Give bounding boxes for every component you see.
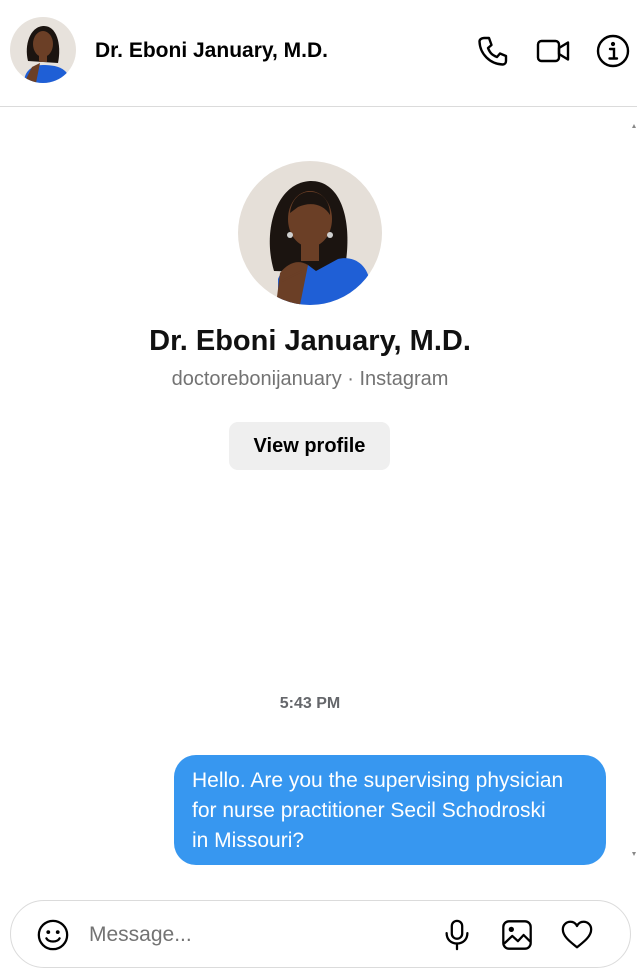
message-input[interactable] (89, 917, 419, 953)
message-line: Hello. Are you the supervising physician (192, 769, 564, 792)
dm-thread-view: Dr. Eboni January, M.D. Dr. Eboni Januar… (0, 0, 637, 973)
voice-message-button[interactable] (437, 915, 477, 955)
scroll-down-arrow-icon[interactable] (631, 848, 637, 862)
conversation-info-button[interactable] (592, 30, 634, 72)
voice-call-button[interactable] (472, 30, 514, 72)
profile-username-platform: doctorebonijanuary · Instagram (171, 368, 449, 390)
message-line: in Missouri? (192, 829, 305, 852)
image-icon (502, 920, 532, 950)
message-line: for nurse practitioner Secil Schodroski (192, 799, 546, 822)
heart-icon (561, 920, 593, 949)
emoji-icon (37, 919, 69, 951)
scroll-up-arrow-icon[interactable] (631, 118, 637, 132)
video-call-button[interactable] (532, 30, 574, 72)
phone-icon (478, 36, 508, 66)
view-profile-button[interactable]: View profile (229, 422, 390, 470)
profile-name: Dr. Eboni January, M.D. (149, 325, 471, 357)
header-contact-name[interactable]: Dr. Eboni January, M.D. (95, 39, 328, 63)
message-composer (10, 900, 631, 968)
thread-header: Dr. Eboni January, M.D. (0, 0, 637, 107)
profile-avatar[interactable] (238, 161, 382, 305)
message-timestamp: 5:43 PM (279, 695, 341, 712)
attach-image-button[interactable] (497, 915, 537, 955)
outgoing-message-bubble[interactable]: Hello. Are you the supervising physician… (174, 755, 606, 865)
info-icon (596, 34, 630, 68)
microphone-icon (445, 919, 469, 951)
video-camera-icon (536, 39, 570, 63)
header-avatar[interactable] (10, 17, 76, 83)
emoji-button[interactable] (33, 915, 73, 955)
send-like-button[interactable] (557, 915, 597, 955)
